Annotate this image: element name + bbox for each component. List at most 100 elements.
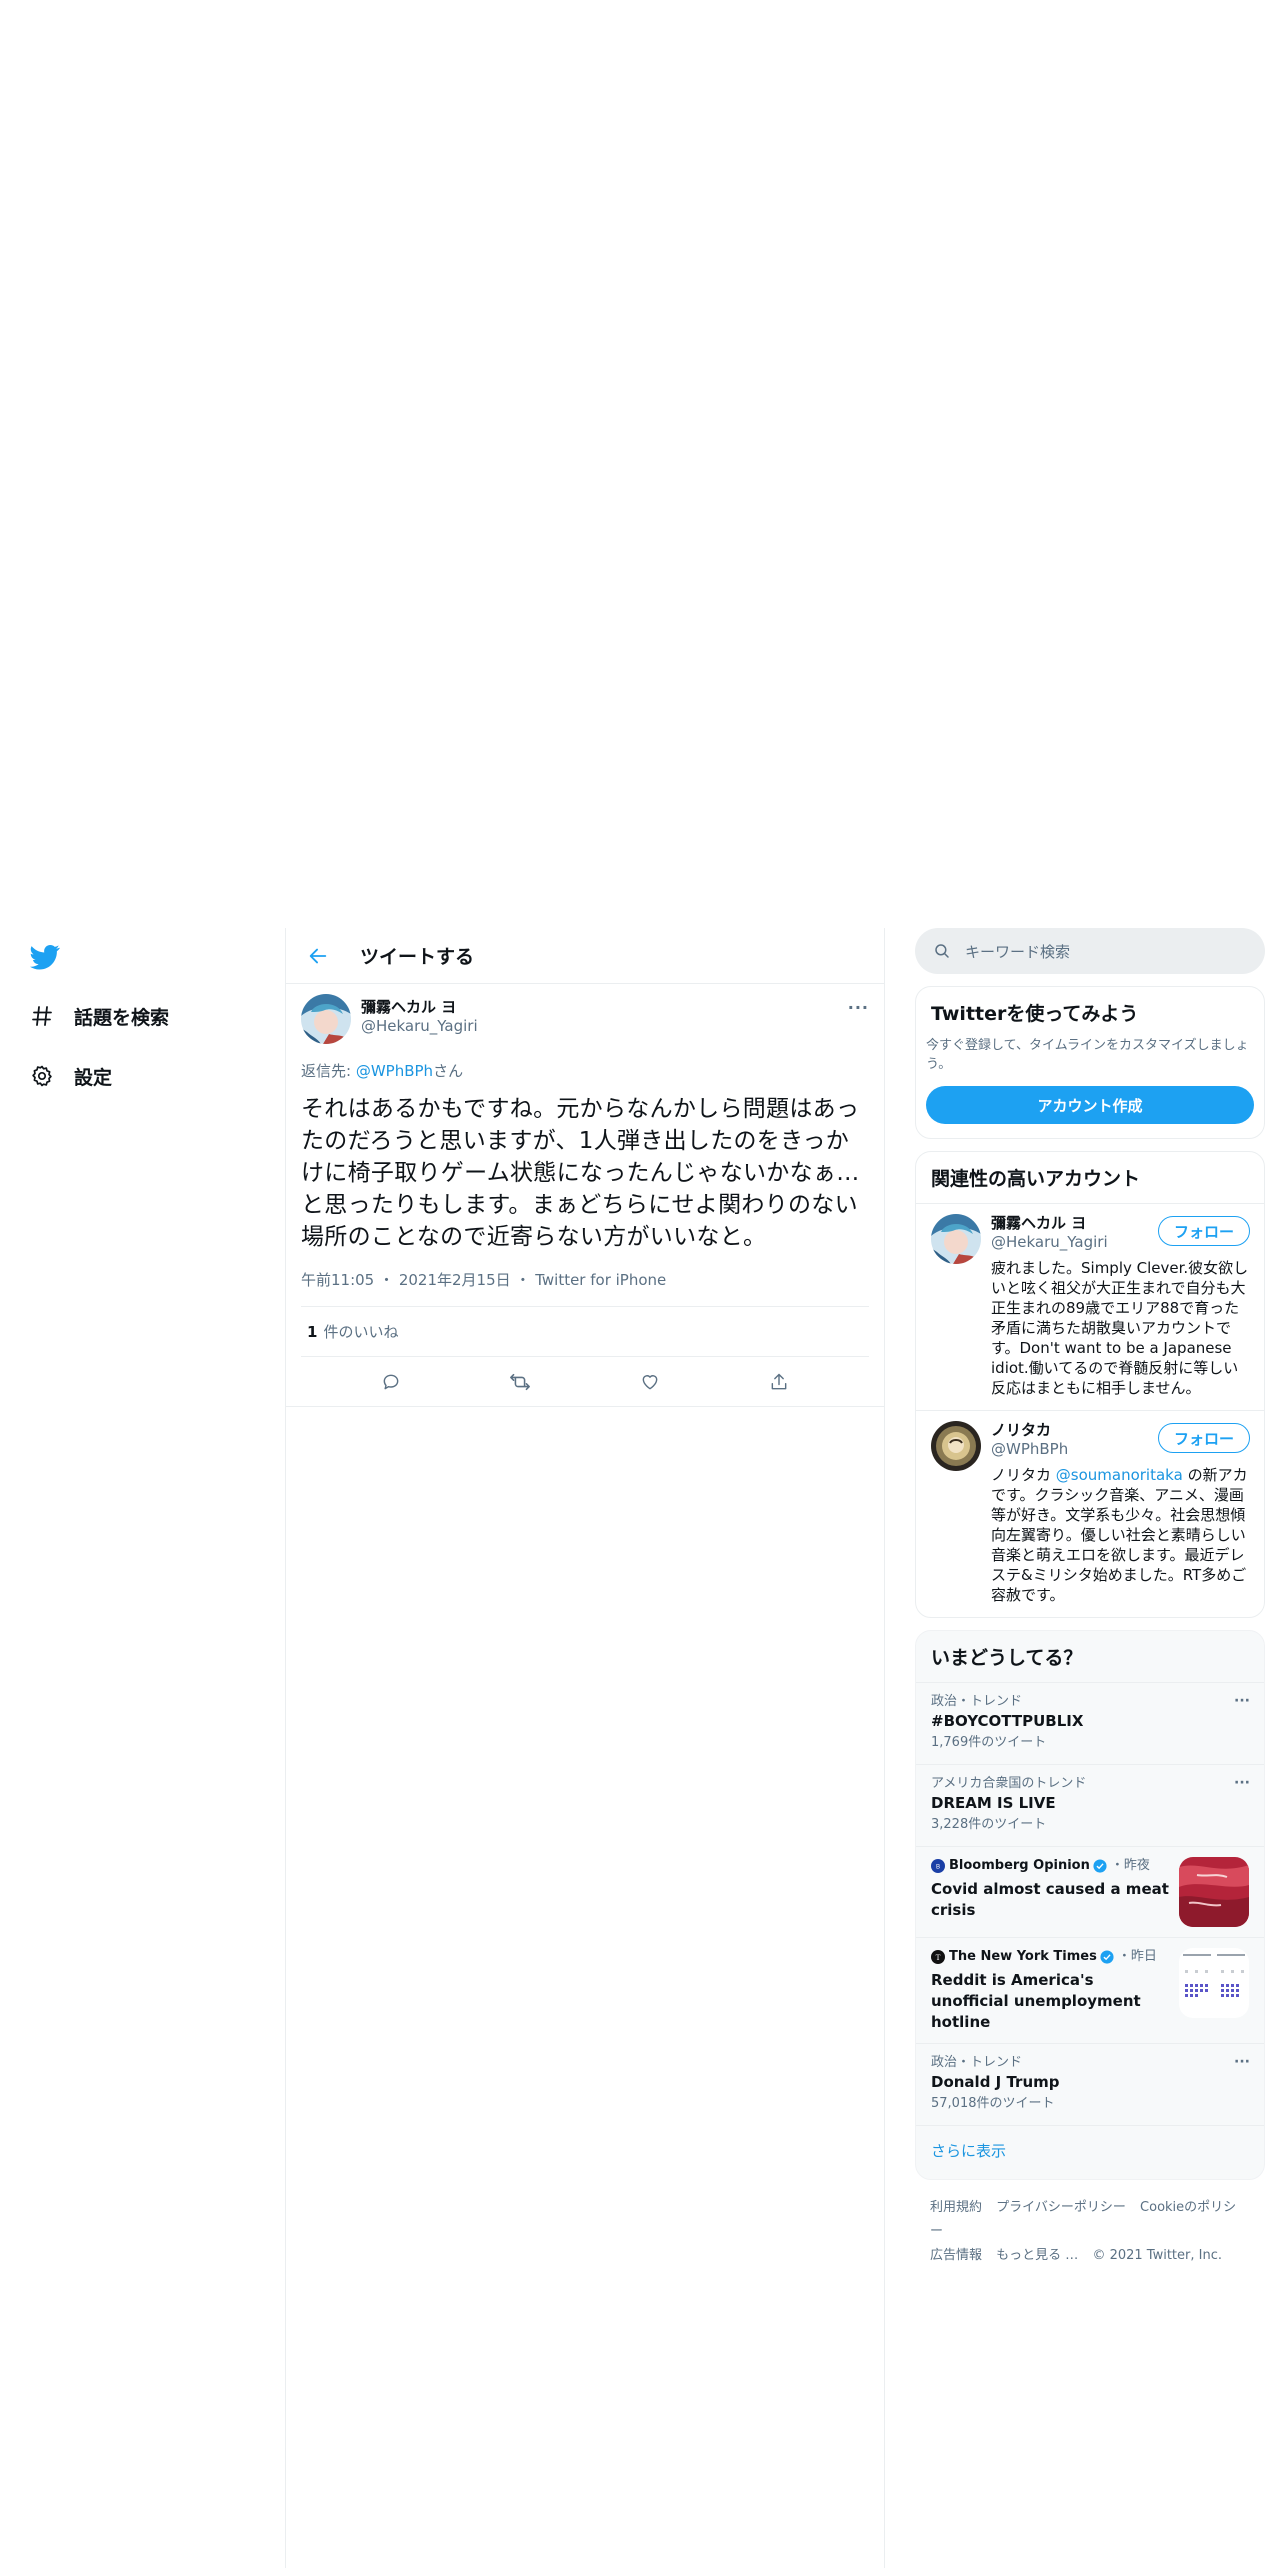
tweet: 彌霧ヘカル ヨ @Hekaru_Yagiri ··· 返信先: @WPhBPhさ…: [286, 984, 884, 1407]
right-sidebar: キーワード検索 Twitterを使ってみよう 今すぐ登録して、タイムラインをカス…: [915, 928, 1265, 2284]
news-source-name: Bloomberg Opinion: [949, 1858, 1090, 1873]
news-item[interactable]: B Bloomberg Opinion ・昨夜 Covid almost cau…: [916, 1846, 1264, 1937]
avatar[interactable]: [301, 994, 351, 1044]
tweet-text: それはあるかもですね。元からなんかしら問題はあったのだろうと思いますが、1人弾き…: [301, 1096, 860, 1250]
follow-button[interactable]: フォロー: [1157, 1216, 1250, 1246]
back-button[interactable]: [300, 938, 336, 974]
page-title: ツイートする: [360, 946, 475, 968]
bio-mention-link[interactable]: @soumanoritaka: [1056, 1466, 1183, 1484]
like-button[interactable]: [633, 1365, 667, 1399]
footer-link-more[interactable]: もっと見る …: [996, 2248, 1078, 2263]
meta-separator: ・: [379, 1271, 395, 1289]
footer-link-privacy[interactable]: プライバシーポリシー: [996, 2200, 1126, 2215]
tweet-header: 彌霧ヘカル ヨ @Hekaru_Yagiri ···: [301, 994, 869, 1044]
retweet-button[interactable]: [503, 1365, 537, 1399]
bio-text: ノリタカ: [991, 1466, 1056, 1484]
tweet-more-icon[interactable]: ···: [848, 998, 869, 1017]
nav-explore[interactable]: 話題を検索: [28, 996, 169, 1036]
author-handle[interactable]: @Hekaru_Yagiri: [361, 1017, 478, 1036]
trends-title: いまどうしてる？: [931, 1647, 1083, 1669]
twitter-logo-icon[interactable]: [28, 942, 62, 972]
trend-count: 57,018件のツイート: [931, 2096, 1055, 2111]
svg-text:T: T: [936, 1953, 941, 1962]
footer-link-terms[interactable]: 利用規約: [930, 2200, 982, 2215]
likes-summary[interactable]: 1 件のいいね: [301, 1307, 869, 1357]
trend-item[interactable]: 政治・トレンド #BOYCOTTPUBLIX 1,769件のツイート ···: [916, 1682, 1264, 1764]
account-bio: 疲れました。Simply Clever.彼女欲しいと呟く祖父が大正生まれで自分も…: [991, 1259, 1249, 1397]
reply-icon: [383, 1374, 399, 1389]
trend-count: 3,228件のツイート: [931, 1817, 1047, 1832]
trend-title: DREAM IS LIVE: [931, 1794, 1056, 1812]
search-input[interactable]: キーワード検索: [965, 941, 1070, 962]
account-row[interactable]: ノリタカ @WPhBPh ノリタカ @soumanoritaka の新アカです。…: [916, 1410, 1264, 1617]
share-button[interactable]: [762, 1365, 796, 1399]
related-accounts-title: 関連性の高いアカウント: [931, 1168, 1141, 1190]
signup-title: Twitterを使ってみよう: [931, 1003, 1139, 1025]
tweet-actions: [286, 1357, 884, 1407]
trend-more-icon[interactable]: ···: [1234, 1775, 1250, 1791]
trend-context: アメリカ合衆国のトレンド: [931, 1776, 1087, 1791]
news-time: ・昨夜: [1110, 1858, 1150, 1873]
likes-count: 1: [307, 1322, 318, 1341]
related-accounts-card: 関連性の高いアカウント 彌霧ヘカル ヨ @Hekaru_Yagiri 疲れました…: [915, 1151, 1265, 1618]
trend-title: #BOYCOTTPUBLIX: [931, 1712, 1084, 1730]
nav-settings[interactable]: 設定: [28, 1056, 112, 1096]
news-time: ・昨日: [1117, 1949, 1157, 1964]
signup-description: 今すぐ登録して、タイムラインをカスタマイズしましょう。: [926, 1038, 1249, 1072]
trend-more-icon[interactable]: ···: [1234, 1693, 1250, 1709]
tweet-time[interactable]: 午前11:05: [301, 1271, 374, 1289]
trend-context: 政治・トレンド: [931, 2055, 1023, 2070]
bio-text: の新アカです。クラシック音楽、アニメ、漫画等が好き。文学系も少々。社会思想傾向左…: [991, 1466, 1248, 1604]
news-source: B Bloomberg Opinion ・昨夜: [931, 1857, 1169, 1875]
footer-link-ads[interactable]: 広告情報: [930, 2248, 982, 2263]
trend-item[interactable]: 政治・トレンド Donald J Trump 57,018件のツイート ···: [916, 2043, 1264, 2125]
news-item[interactable]: T The New York Times ・昨日 Reddit is Ameri…: [916, 1937, 1264, 2043]
search-box[interactable]: キーワード検索: [915, 928, 1265, 974]
heart-icon: [642, 1374, 658, 1389]
author-names: 彌霧ヘカル ヨ @Hekaru_Yagiri: [361, 994, 478, 1036]
tweet-date[interactable]: 2021年2月15日: [399, 1271, 511, 1289]
reply-mention-link[interactable]: @WPhBPh: [356, 1062, 433, 1080]
main-column: ツイートする 彌霧ヘカル ヨ @Hekaru_Yagiri ··· 返信先: @…: [285, 928, 885, 2568]
news-thumbnail-meat: [1179, 1857, 1249, 1927]
show-more-link[interactable]: さらに表示: [916, 2125, 1264, 2179]
trend-context: 政治・トレンド: [931, 1694, 1023, 1709]
share-icon: [771, 1373, 787, 1389]
news-body: T The New York Times ・昨日 Reddit is Ameri…: [931, 1948, 1169, 2033]
avatar[interactable]: [931, 1421, 981, 1471]
signup-card: Twitterを使ってみよう 今すぐ登録して、タイムラインをカスタマイズしましょ…: [915, 986, 1265, 1139]
svg-text:B: B: [936, 1864, 940, 1871]
bloomberg-logo-icon: B: [931, 1859, 945, 1873]
hashtag-icon: [28, 1002, 56, 1030]
search-icon: [935, 944, 949, 958]
news-title: Covid almost caused a meat crisis: [931, 1880, 1169, 1919]
trend-more-icon[interactable]: ···: [1234, 2054, 1250, 2070]
arrow-left-icon: [309, 948, 327, 963]
reply-suffix: さん: [433, 1062, 464, 1080]
column-header: ツイートする: [286, 928, 884, 984]
news-thumbnail-calendar: [1179, 1948, 1249, 2018]
trend-item[interactable]: アメリカ合衆国のトレンド DREAM IS LIVE 3,228件のツイート ·…: [916, 1764, 1264, 1846]
create-account-button[interactable]: アカウント作成: [926, 1086, 1254, 1124]
avatar[interactable]: [931, 1214, 981, 1264]
nav-settings-label: 設定: [74, 1066, 113, 1089]
news-source: T The New York Times ・昨日: [931, 1948, 1169, 1966]
reply-to: 返信先: @WPhBPhさん: [301, 1060, 869, 1081]
trend-title: Donald J Trump: [931, 2073, 1060, 2091]
trends-card: いまどうしてる？ 政治・トレンド #BOYCOTTPUBLIX 1,769件のツ…: [915, 1630, 1265, 2180]
news-title: Reddit is America's unofficial unemploym…: [931, 1971, 1141, 2031]
tweet-client[interactable]: Twitter for iPhone: [535, 1271, 666, 1289]
reply-button[interactable]: [374, 1365, 408, 1399]
account-bio: ノリタカ @soumanoritaka の新アカです。クラシック音楽、アニメ、漫…: [991, 1465, 1249, 1605]
tweet-meta: 午前11:05 ・ 2021年2月15日 ・ Twitter for iPhon…: [301, 1269, 869, 1307]
meta-separator: ・: [515, 1271, 531, 1289]
footer: 利用規約 プライバシーポリシー Cookieのポリシー 広告情報 もっと見る ……: [915, 2180, 1265, 2284]
reply-prefix: 返信先:: [301, 1062, 356, 1080]
news-body: B Bloomberg Opinion ・昨夜 Covid almost cau…: [931, 1857, 1169, 1927]
trend-count: 1,769件のツイート: [931, 1735, 1047, 1750]
likes-label: 件のいいね: [323, 1323, 399, 1341]
account-row[interactable]: 彌霧ヘカル ヨ @Hekaru_Yagiri 疲れました。Simply Clev…: [916, 1203, 1264, 1410]
author-display-name[interactable]: 彌霧ヘカル ヨ: [361, 998, 478, 1017]
nav-explore-label: 話題を検索: [74, 1006, 170, 1029]
follow-button[interactable]: フォロー: [1157, 1423, 1250, 1453]
